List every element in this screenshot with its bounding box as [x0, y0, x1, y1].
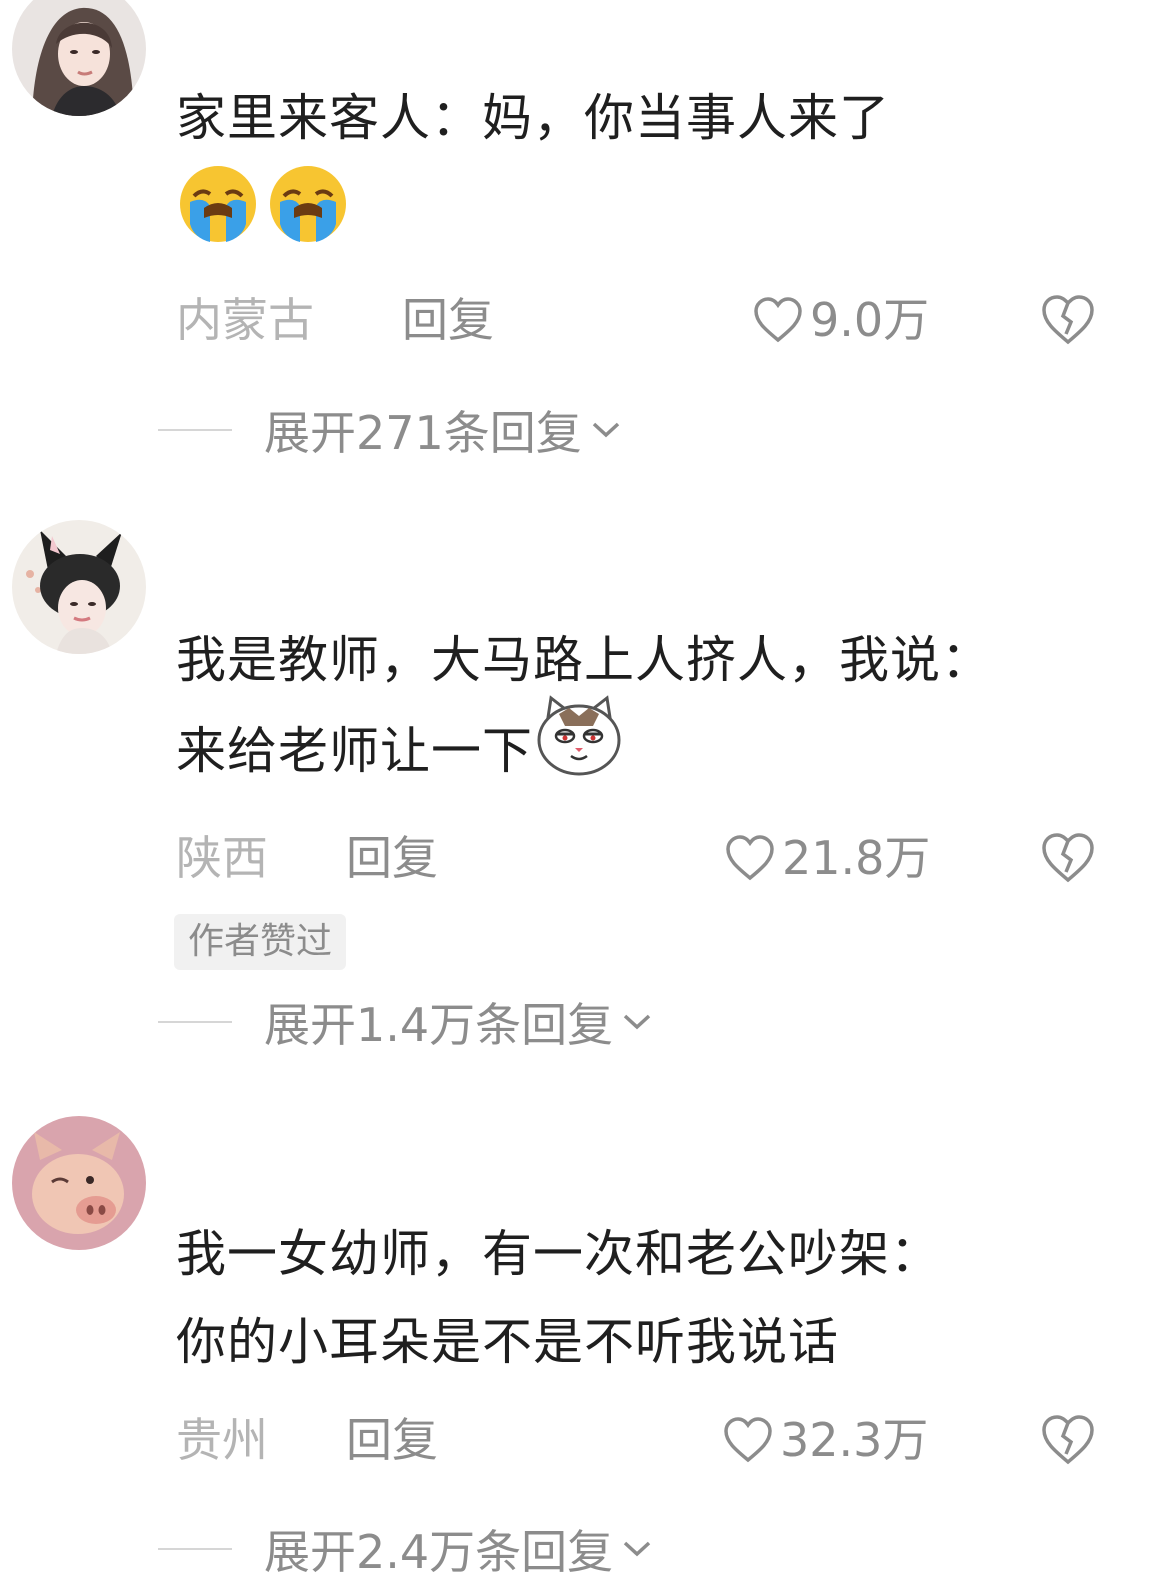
- like-button[interactable]: 32.3万: [722, 1410, 928, 1470]
- comment-text: 我一女幼师，有一次和老公吵架： 你的小耳朵是不是不听我说话: [176, 1210, 1136, 1386]
- dislike-button[interactable]: [1040, 1414, 1096, 1480]
- broken-heart-icon: [1042, 295, 1094, 345]
- broken-heart-icon: [1042, 833, 1094, 883]
- heart-outline-icon: [754, 297, 802, 343]
- loudly-crying-face-emoji: [176, 162, 260, 273]
- location-label: 贵州: [176, 1413, 268, 1467]
- like-button[interactable]: 9.0万: [752, 290, 929, 350]
- comment-text-line: 你的小耳朵是不是不听我说话: [176, 1313, 839, 1371]
- avatar[interactable]: [12, 0, 146, 116]
- expand-replies-button[interactable]: 展开2.4万条回复: [158, 1519, 653, 1579]
- dislike-button[interactable]: [1040, 832, 1096, 898]
- location-label: 内蒙古: [176, 293, 314, 347]
- like-count: 21.8万: [782, 831, 931, 885]
- comment-meta: 陕西 回复 21.8万: [176, 828, 1116, 888]
- avatar[interactable]: [12, 520, 146, 654]
- location-label: 陕西: [176, 831, 268, 885]
- dislike-button[interactable]: [1040, 294, 1096, 360]
- chevron-down-icon: [592, 422, 619, 438]
- divider: [158, 429, 232, 431]
- comment-text-line: 来给老师让一下: [176, 695, 1136, 805]
- comment-meta: 贵州 回复 32.3万: [176, 1410, 1116, 1470]
- reply-button[interactable]: 回复: [346, 828, 438, 888]
- comment-text: 家里来客人：妈，你当事人来了: [176, 74, 1136, 252]
- comment-text-line: 我一女幼师，有一次和老公吵架：: [176, 1225, 941, 1283]
- reply-button[interactable]: 回复: [402, 290, 494, 350]
- divider: [158, 1548, 232, 1550]
- heart-outline-icon: [724, 1417, 772, 1463]
- avatar[interactable]: [12, 1116, 146, 1250]
- smug-cat-face-emoji: [533, 694, 625, 805]
- expand-replies-label: 展开2.4万条回复: [264, 1525, 614, 1579]
- comment-text-line: 我是教师，大马路上人挤人，我说：: [176, 631, 992, 689]
- comment-text: 我是教师，大马路上人挤人，我说： 来给老师让一下: [176, 616, 1136, 805]
- reply-button[interactable]: 回复: [346, 1410, 438, 1470]
- heart-outline-icon: [726, 835, 774, 881]
- chevron-down-icon: [623, 1541, 651, 1557]
- like-button[interactable]: 21.8万: [724, 828, 930, 888]
- chevron-down-icon: [623, 1014, 651, 1030]
- divider: [158, 1021, 232, 1023]
- like-count: 9.0万: [810, 293, 930, 347]
- author-liked-badge: 作者赞过: [174, 914, 347, 970]
- expand-replies-button[interactable]: 展开1.4万条回复: [158, 992, 653, 1052]
- loudly-crying-face-emoji: [266, 162, 350, 273]
- expand-replies-button[interactable]: 展开271条回复: [158, 400, 622, 460]
- expand-replies-label: 展开1.4万条回复: [264, 998, 614, 1052]
- comment-text-line: 家里来客人：妈，你当事人来了: [176, 89, 890, 147]
- like-count: 32.3万: [780, 1413, 929, 1467]
- comment-meta: 内蒙古 回复 9.0万: [176, 290, 1116, 350]
- broken-heart-icon: [1042, 1415, 1094, 1465]
- expand-replies-label: 展开271条回复: [264, 406, 582, 460]
- emoji-row: [176, 162, 1136, 252]
